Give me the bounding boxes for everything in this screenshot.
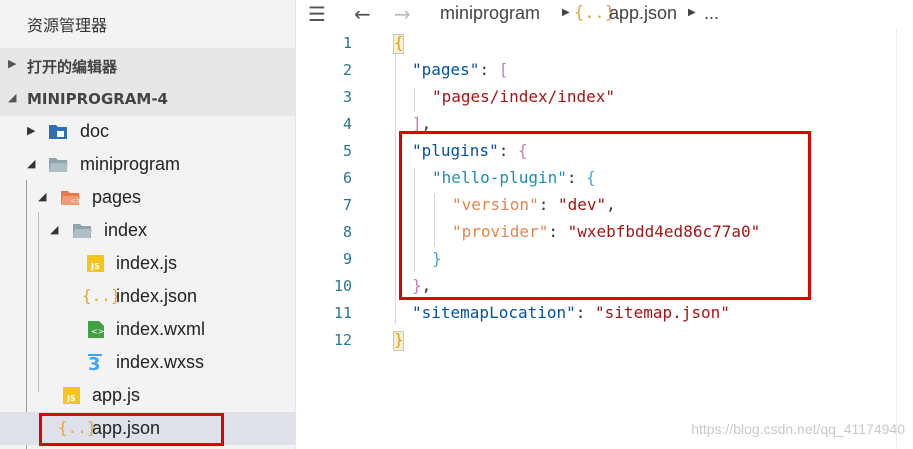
code-line-1[interactable]: { <box>394 33 404 52</box>
tree-item-label: index <box>104 220 148 240</box>
svg-text:JS: JS <box>90 262 100 271</box>
chevron-down-icon: ◢ <box>50 223 59 236</box>
tree-item-app-js[interactable]: JS app.js <box>0 379 295 412</box>
tree-item-label: doc <box>80 121 110 141</box>
open-editors-section[interactable]: ▶ 打开的编辑器 <box>0 48 295 82</box>
project-section[interactable]: ◢ MINIPROGRAM-4 <box>0 82 295 116</box>
tree-item-label: index.json <box>116 286 198 306</box>
breadcrumb-app-json[interactable]: app.json <box>609 3 677 24</box>
folder-blue-icon <box>49 125 67 139</box>
folder-open-icon <box>49 158 68 172</box>
tree-item-index-js[interactable]: JS index.js <box>0 247 295 280</box>
line-number: 7 <box>342 196 352 214</box>
line-number: 3 <box>342 88 352 106</box>
line-number: 10 <box>333 277 352 295</box>
tree-item-pages[interactable]: ◢ <> pages <box>0 181 295 214</box>
section-label: 打开的编辑器 <box>27 58 118 76</box>
vertical-scrollbar[interactable] <box>896 28 913 449</box>
tree-item-label: index.wxml <box>116 319 206 339</box>
editor-topbar: ☰ ← → miniprogram ▶ {..} app.json ▶ ... <box>296 0 913 28</box>
breadcrumb-more[interactable]: ... <box>704 3 719 24</box>
tree-item-index-wxss[interactable]: 3 index.wxss <box>0 346 295 379</box>
tree-item-index-json[interactable]: {..} index.json <box>0 280 295 313</box>
indent-guide <box>414 88 415 112</box>
tree-item-label: app.js <box>92 385 141 405</box>
svg-text:<>: <> <box>91 327 104 336</box>
chevron-down-icon: ◢ <box>27 157 36 170</box>
tree-item-miniprogram[interactable]: ◢ miniprogram <box>0 148 295 181</box>
chevron-down-icon: ◢ <box>38 190 47 203</box>
explorer-title: 资源管理器 <box>27 16 108 35</box>
chevron-right-icon: ▶ <box>27 124 36 137</box>
breadcrumb-miniprogram[interactable]: miniprogram <box>440 3 540 24</box>
line-number: 1 <box>342 34 352 52</box>
svg-text:<>: <> <box>70 197 80 205</box>
code-line-2[interactable]: "pages": [ <box>412 60 508 79</box>
folder-open-icon <box>73 224 92 238</box>
tree-item-label: miniprogram <box>80 154 181 174</box>
chevron-right-icon: ▶ <box>8 57 17 70</box>
line-number: 2 <box>342 61 352 79</box>
watermark: https://blog.csdn.net/qq_41174940 <box>691 421 905 437</box>
line-number: 12 <box>333 331 352 349</box>
section-label: MINIPROGRAM-4 <box>27 90 168 108</box>
line-number: 9 <box>342 250 352 268</box>
tree-item-label: index.js <box>116 253 178 273</box>
breadcrumb-separator-icon: ▶ <box>562 7 570 18</box>
indent-guide <box>395 54 396 324</box>
line-number: 11 <box>333 304 352 322</box>
tree-item-label: index.wxss <box>116 352 205 372</box>
back-arrow-icon[interactable]: ← <box>354 2 371 26</box>
line-number: 5 <box>342 142 352 160</box>
line-number: 4 <box>342 115 352 133</box>
chevron-down-icon: ◢ <box>8 91 17 104</box>
json-icon: {..} <box>82 286 121 305</box>
line-number: 8 <box>342 223 352 241</box>
code-editor[interactable]: ☰ ← → miniprogram ▶ {..} app.json ▶ ... … <box>296 0 913 449</box>
tree-item-index-folder[interactable]: ◢ index <box>0 214 295 247</box>
breadcrumb-separator-icon: ▶ <box>688 7 696 18</box>
forward-arrow-icon[interactable]: → <box>394 2 411 26</box>
highlight-box-plugins <box>399 131 811 300</box>
js-icon: JS <box>87 255 104 272</box>
code-line-12[interactable]: } <box>394 330 404 349</box>
svg-text:3: 3 <box>88 354 101 371</box>
tree-item-label: pages <box>92 187 142 207</box>
wxml-icon: <> <box>88 321 104 338</box>
svg-text:JS: JS <box>66 394 76 403</box>
highlight-box-app-json <box>39 413 224 446</box>
code-line-3[interactable]: "pages/index/index" <box>432 87 615 106</box>
explorer-sidebar: 资源管理器 ▶ 打开的编辑器 ◢ MINIPROGRAM-4 ▶ doc ◢ m… <box>0 0 296 449</box>
tree-item-index-wxml[interactable]: <> index.wxml <box>0 313 295 346</box>
wxss-icon: 3 <box>88 354 102 371</box>
folder-pages-icon: <> <box>61 191 80 205</box>
tree-item-doc[interactable]: ▶ doc <box>0 115 295 148</box>
line-number: 6 <box>342 169 352 187</box>
code-line-11[interactable]: "sitemapLocation": "sitemap.json" <box>412 303 730 322</box>
js-icon: JS <box>63 387 80 404</box>
menu-icon[interactable]: ☰ <box>308 2 326 26</box>
